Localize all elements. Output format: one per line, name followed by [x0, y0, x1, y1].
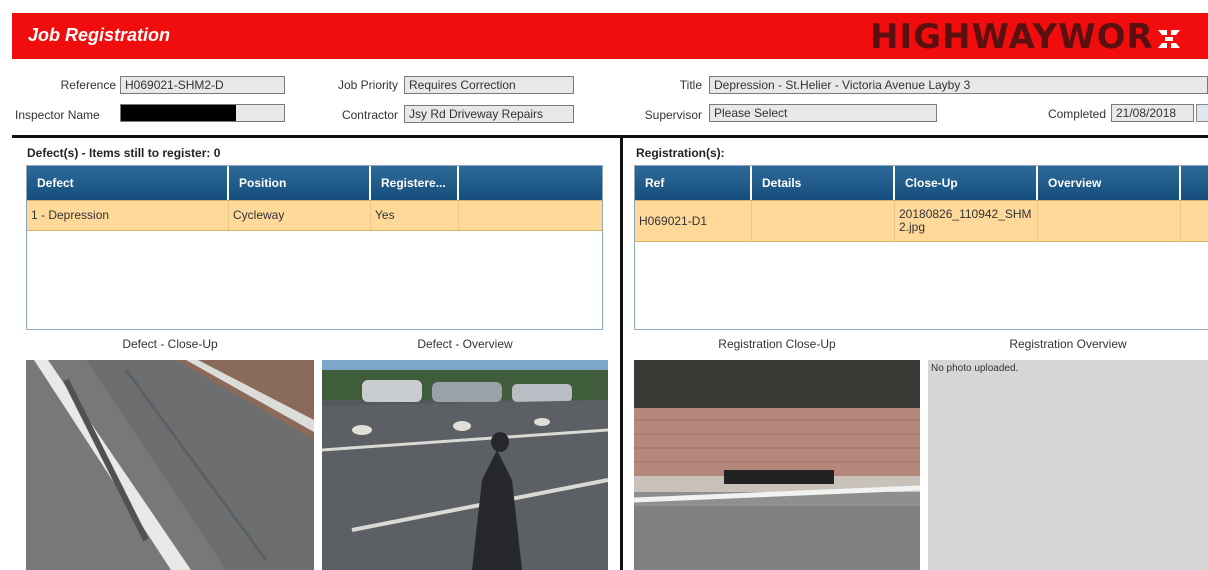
contractor-label: Contractor [341, 108, 398, 122]
col-defect[interactable]: Defect [27, 166, 229, 200]
col-overview[interactable]: Overview [1038, 166, 1181, 200]
defect-closeup-caption: Defect - Close-Up [122, 337, 218, 351]
job-priority-label: Job Priority [337, 78, 398, 92]
defects-heading: Defect(s) - Items still to register: 0 [27, 146, 221, 160]
cell-ref: H069021-D1 [635, 201, 752, 241]
cell-extra [1181, 201, 1208, 241]
registration-overview-caption: Registration Overview [1009, 337, 1127, 351]
page-title: Job Registration [28, 25, 171, 45]
inspector-name-label: Inspector Name [15, 108, 100, 122]
inspector-name-field[interactable] [120, 104, 285, 122]
registration-overview-placeholder: No photo uploaded. [928, 360, 1208, 570]
reference-field[interactable]: H069021-SHM2-D [120, 76, 285, 94]
registration-closeup-photo[interactable] [634, 360, 920, 570]
no-photo-text: No photo uploaded. [931, 363, 1019, 374]
table-row[interactable]: H069021-D1 20180826_110942_SHM2.jpg [635, 200, 1208, 242]
col-position[interactable]: Position [229, 166, 371, 200]
logo-mark-icon [1157, 29, 1180, 48]
cell-blank [459, 201, 602, 230]
defect-overview-caption: Defect - Overview [417, 337, 513, 351]
col-registered[interactable]: Registere... [371, 166, 459, 200]
col-ref[interactable]: Ref [635, 166, 752, 200]
col-blank [459, 166, 602, 200]
contractor-field[interactable]: Jsy Rd Driveway Repairs [404, 105, 574, 123]
cell-details [752, 201, 895, 241]
cell-close-up: 20180826_110942_SHM2.jpg [895, 201, 1038, 241]
panel-divider [620, 135, 623, 570]
title-field[interactable]: Depression - St.Helier - Victoria Avenue… [709, 76, 1208, 94]
defects-grid: Defect Position Registere... 1 - Depress… [26, 165, 603, 330]
cell-defect: 1 - Depression [27, 201, 229, 230]
cell-position: Cycleway [229, 201, 371, 230]
completed-date-field[interactable]: 21/08/2018 [1111, 104, 1194, 122]
cell-overview [1038, 201, 1181, 241]
redacted-block [121, 105, 236, 121]
supervisor-select[interactable]: Please Select [709, 104, 937, 122]
title-label: Title [679, 78, 702, 92]
completed-label: Completed [1047, 107, 1106, 121]
supervisor-label: Supervisor [644, 108, 702, 122]
section-divider [12, 135, 1208, 138]
brand-logo-text: HIGHWAYWOR [870, 17, 1154, 57]
registration-closeup-caption: Registration Close-Up [718, 337, 836, 351]
registrations-heading: Registration(s): [636, 146, 725, 160]
title-bar: Job Registration HIGHWAYWOR [12, 13, 1208, 59]
reference-label: Reference [60, 78, 116, 92]
defect-overview-photo[interactable] [322, 360, 608, 570]
calendar-icon[interactable] [1196, 104, 1208, 122]
job-priority-field[interactable]: Requires Correction [404, 76, 574, 94]
col-details[interactable]: Details [752, 166, 895, 200]
cell-registered: Yes [371, 201, 459, 230]
col-extra [1181, 166, 1208, 200]
table-row[interactable]: 1 - Depression Cycleway Yes [27, 200, 602, 231]
defect-closeup-photo[interactable] [26, 360, 314, 570]
brand-logo: HIGHWAYWOR [870, 17, 1182, 57]
col-close-up[interactable]: Close-Up [895, 166, 1038, 200]
registrations-grid: Ref Details Close-Up Overview H069021-D1… [634, 165, 1208, 330]
